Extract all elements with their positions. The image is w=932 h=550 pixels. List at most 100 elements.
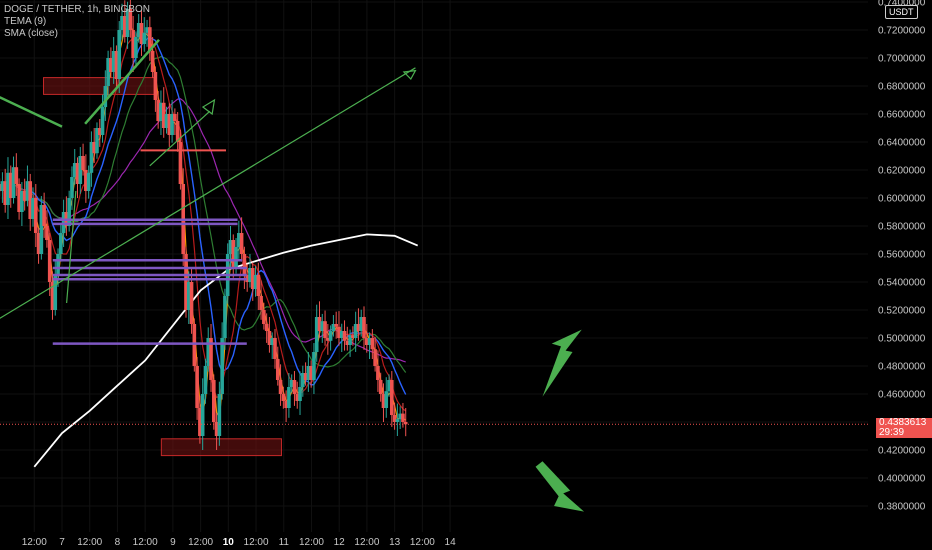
arrow-head — [402, 69, 417, 80]
price-tick-label: 0.4000000 — [878, 474, 926, 485]
time-tick-label: 14 — [445, 537, 457, 548]
candle-body — [401, 413, 405, 422]
time-tick-label: 12 — [334, 537, 346, 548]
price-tick-label: 0.5400000 — [878, 278, 926, 289]
candle-body — [264, 324, 269, 331]
candle-body — [223, 296, 227, 338]
time-tick-label: 12:00 — [133, 537, 158, 548]
currency-label[interactable]: USDT — [885, 5, 918, 19]
candle-body — [362, 317, 366, 338]
price-chart[interactable]: 0.74000000.72000000.70000000.68000000.66… — [0, 0, 932, 550]
candle-body — [384, 391, 389, 408]
time-tick-label: 11 — [279, 537, 290, 548]
time-tick-label: 12:00 — [188, 537, 213, 548]
candle-body — [395, 419, 400, 422]
candle-body — [33, 198, 38, 233]
candle-body — [153, 72, 158, 100]
candle-body — [134, 37, 138, 58]
candle-body — [376, 366, 380, 380]
chart-legend: DOGE / TETHER, 1h, BINGBON TEMA (9) SMA … — [4, 4, 150, 40]
price-tick-label: 0.3800000 — [878, 502, 926, 513]
candle-body — [323, 321, 327, 338]
price-tick-label: 0.6000000 — [878, 194, 926, 205]
up-arrow — [542, 329, 582, 397]
candle-body — [203, 366, 208, 394]
candle-body — [342, 331, 347, 341]
candle-body — [334, 324, 338, 327]
candle-body — [298, 387, 302, 401]
price-tick-label: 0.6200000 — [878, 166, 926, 177]
price-tick-label: 0.7000000 — [878, 54, 926, 65]
candle-body — [378, 380, 383, 394]
candle-body — [200, 394, 205, 436]
down-arrow — [535, 461, 585, 512]
candle-body — [256, 275, 261, 296]
price-zone — [160, 438, 282, 457]
sma-label[interactable]: SMA (close) — [4, 28, 150, 40]
symbol-label: DOGE / TETHER, 1h, BINGBON — [4, 4, 150, 15]
last-price-label: 0.4383613 29:39 — [876, 418, 932, 438]
candle-body — [70, 177, 74, 198]
candle-body — [14, 167, 19, 184]
candle-body — [81, 156, 85, 170]
candle-body — [42, 205, 46, 226]
arrow-head — [201, 98, 216, 116]
countdown-label: 29:39 — [879, 427, 905, 438]
candle-body — [212, 380, 216, 422]
time-tick-label: 9 — [170, 537, 176, 548]
candle-body — [273, 338, 277, 359]
candle-body — [328, 331, 333, 341]
time-axis: 12:00 7 12:00 8 12:00 9 12:00 10 12:00 11 12:00 12 1… — [22, 537, 456, 548]
candle-body — [195, 366, 199, 408]
time-tick-label: 12:00 — [77, 537, 102, 548]
candle-body — [67, 198, 71, 226]
candle-body — [59, 233, 63, 254]
candle-body — [242, 254, 247, 275]
price-tick-label: 0.5000000 — [878, 334, 926, 345]
time-tick-label: 12:00 — [410, 537, 435, 548]
candle-body — [312, 352, 316, 380]
candle-body — [370, 338, 375, 350]
price-tick-label: 0.7200000 — [878, 26, 926, 37]
candle-body — [275, 359, 280, 380]
candle-body — [217, 394, 222, 436]
candle-body — [373, 349, 377, 366]
price-tick-label: 0.6600000 — [878, 110, 926, 121]
candle-body — [239, 233, 244, 254]
candle-body — [100, 107, 105, 135]
candle-body — [56, 254, 60, 275]
candle-body — [259, 296, 263, 310]
candle-body — [220, 338, 224, 394]
price-tick-label: 0.6800000 — [878, 82, 926, 93]
candle-body — [281, 394, 286, 401]
time-tick-label: 12:00 — [22, 537, 47, 548]
candle-body — [173, 114, 177, 121]
candle-body — [189, 282, 194, 324]
horizontal-levels — [0, 149, 868, 425]
candle-body — [278, 380, 283, 394]
candle-body — [178, 142, 183, 184]
time-tick-label: 7 — [59, 537, 65, 548]
price-tick-label: 0.5600000 — [878, 250, 926, 261]
candle-body — [86, 172, 91, 191]
candle-body — [287, 387, 291, 408]
time-tick-label: 10 — [223, 537, 235, 548]
candle-body — [45, 226, 49, 240]
candle-body — [47, 240, 52, 282]
time-tick-label: 8 — [115, 537, 121, 548]
time-tick-label: 12:00 — [354, 537, 379, 548]
candle-body — [292, 380, 297, 394]
candle-body — [262, 310, 266, 324]
price-tick-label: 0.5200000 — [878, 306, 926, 317]
price-tick-label: 0.4200000 — [878, 446, 926, 457]
time-tick-label: 13 — [389, 537, 401, 548]
time-tick-label: 12:00 — [244, 537, 269, 548]
price-tick-label: 0.4600000 — [878, 390, 926, 401]
tema-label[interactable]: TEMA (9) — [4, 16, 150, 28]
candle-body — [390, 380, 394, 415]
price-tick-label: 0.6400000 — [878, 138, 926, 149]
time-tick-label: 12:00 — [299, 537, 324, 548]
candle-body — [234, 247, 238, 268]
trend-line — [0, 96, 63, 128]
candle-body — [150, 51, 155, 72]
